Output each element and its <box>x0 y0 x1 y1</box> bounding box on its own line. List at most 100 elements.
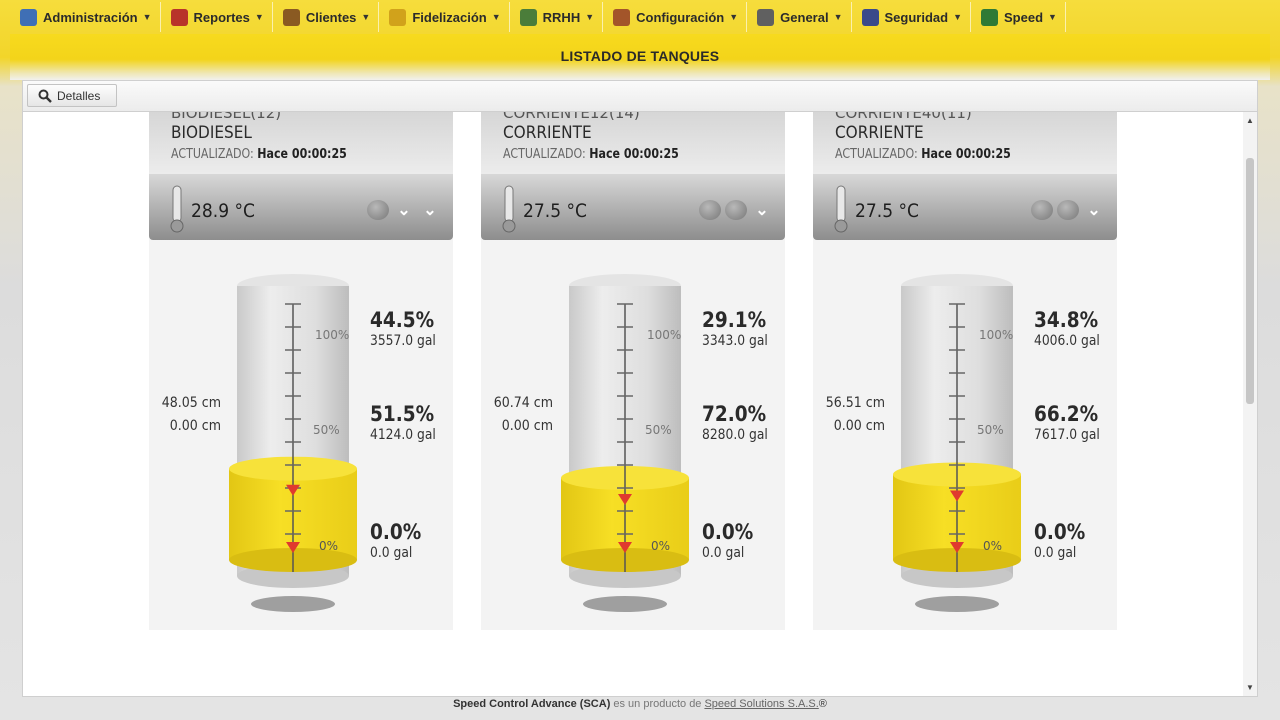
capacity-gallons: 7617.0 gal <box>1034 427 1100 443</box>
scale-50-label: 50% <box>645 423 672 437</box>
menu-item-label: Seguridad <box>884 9 949 25</box>
menu-item-label: Configuración <box>636 9 725 25</box>
thermometer-icon <box>170 185 184 233</box>
chevron-down-icon: ▼ <box>254 12 264 22</box>
fuel-level-cm: 60.74 cm <box>493 395 553 411</box>
main-menu: Administración ▼ Reportes ▼ Clientes ▼ Fideliz… <box>0 0 1280 34</box>
chevron-down-icon: ▼ <box>729 12 739 22</box>
tank-code: BIODIESEL(12) <box>171 112 282 122</box>
status-led-icon <box>1031 200 1053 220</box>
water-gallons: 0.0 gal <box>1034 545 1077 561</box>
menu-item-security[interactable]: Seguridad ▼ <box>852 2 972 32</box>
updated-value: Hace 00:00:25 <box>257 147 347 162</box>
volume-gallons: 3557.0 gal <box>370 333 436 349</box>
tank-code: CORRIENTE40(11) <box>835 112 972 122</box>
scale-100-label: 100% <box>979 328 1013 342</box>
tank-card: CORRIENTE40(11) CORRIENTE ACTUALIZADO: Hac… <box>813 112 1117 630</box>
volume-gallons: 4006.0 gal <box>1034 333 1100 349</box>
menu-item-admin[interactable]: Administración ▼ <box>10 2 161 32</box>
tank-body: 100% 50% 0% 48.05 cm 0.00 cm 44.5% 3557.0 gal 5… <box>149 240 453 630</box>
updated-label: ACTUALIZADO: <box>503 147 586 162</box>
vertical-scrollbar[interactable]: ▲ ▼ <box>1243 112 1257 696</box>
water-gallons: 0.0 gal <box>370 545 413 561</box>
chevron-down-icon: ▼ <box>585 12 595 22</box>
menu-item-general[interactable]: General ▼ <box>747 2 852 32</box>
status-led-icon <box>699 200 721 220</box>
page-banner: LISTADO DE TANQUES <box>10 34 1270 80</box>
menu-item-clients[interactable]: Clientes ▼ <box>273 2 380 32</box>
chevron-down-icon[interactable]: ⌄ <box>393 200 415 220</box>
chevron-down-icon: ▼ <box>361 12 371 22</box>
temperature-bar: 28.9 °C ⌄ ⌄ <box>149 174 453 240</box>
temperature-bar: 27.5 °C ⌄ <box>813 174 1117 240</box>
water-gallons: 0.0 gal <box>702 545 745 561</box>
tank-body: 100% 50% 0% 60.74 cm 0.00 cm 29.1% 3343.0 gal 7… <box>481 240 785 630</box>
level-readings: 60.74 cm 0.00 cm <box>488 392 553 438</box>
capacity-gallons: 8280.0 gal <box>702 427 768 443</box>
menu-item-loyalty[interactable]: Fidelización ▼ <box>379 2 510 32</box>
tank-name: BIODIESEL <box>171 123 252 143</box>
footer-product: Speed Control Advance (SCA) <box>453 698 611 710</box>
tanks-list: BIODIESEL(12) BIODIESEL ACTUALIZADO: Hace … <box>23 112 1243 696</box>
scroll-up-icon[interactable]: ▲ <box>1246 116 1254 125</box>
scroll-down-icon[interactable]: ▼ <box>1246 683 1254 692</box>
chevron-down-icon: ▼ <box>953 12 963 22</box>
footer-company-link[interactable]: Speed Solutions S.A.S. <box>704 698 818 710</box>
volume-percent: 44.5% <box>370 308 435 332</box>
details-button[interactable]: Detalles <box>27 84 117 107</box>
readout-bottom: 0.0% 0.0 gal <box>702 520 753 561</box>
readout-top: 34.8% 4006.0 gal <box>1034 308 1100 349</box>
thermometer-icon <box>502 185 516 233</box>
water-level-cm: 0.00 cm <box>501 418 553 434</box>
updated-label: ACTUALIZADO: <box>835 147 918 162</box>
chevron-down-icon[interactable]: ⌄ <box>1083 200 1105 220</box>
admin-icon <box>20 8 37 26</box>
menu-item-reports[interactable]: Reportes ▼ <box>161 2 273 32</box>
footer-middle: es un producto de <box>613 698 702 710</box>
scale-0-label: 0% <box>319 539 338 553</box>
water-percent: 0.0% <box>1034 520 1086 544</box>
status-led-icon <box>725 200 747 220</box>
menu-item-speed[interactable]: Speed ▼ <box>971 2 1066 32</box>
menu-item-label: Speed <box>1004 9 1044 25</box>
tanks-panel: Detalles BIODIESEL(12) BIODIESEL ACTUALIZA… <box>22 80 1258 697</box>
details-button-label: Detalles <box>57 88 101 103</box>
capacity-percent: 66.2% <box>1034 402 1099 426</box>
speed-icon <box>981 8 999 26</box>
water-level-cm: 0.00 cm <box>833 418 885 434</box>
readout-bottom: 0.0% 0.0 gal <box>1034 520 1085 561</box>
menu-item-label: Reportes <box>193 9 250 25</box>
updated-value: Hace 00:00:25 <box>589 147 679 162</box>
level-readings: 56.51 cm 0.00 cm <box>820 392 885 438</box>
tank-cylinder-graphic: 100% 50% 0% <box>229 274 357 612</box>
config-icon <box>613 8 631 26</box>
hr-icon <box>519 8 537 26</box>
security-icon <box>861 8 879 26</box>
scale-50-label: 50% <box>977 423 1004 437</box>
menu-item-hr[interactable]: RRHH ▼ <box>510 2 604 32</box>
tank-status-icons: ⌄ ⌄ <box>367 200 441 220</box>
tank-card: CORRIENTE12(14) CORRIENTE ACTUALIZADO: Hac… <box>481 112 785 630</box>
tank-name: CORRIENTE <box>503 123 592 143</box>
menu-item-label: General <box>780 9 829 25</box>
scale-0-label: 0% <box>651 539 670 553</box>
general-icon <box>757 8 775 26</box>
temperature-value: 27.5 °C <box>523 200 588 222</box>
scale-100-label: 100% <box>647 328 681 342</box>
chevron-down-icon[interactable]: ⌄ <box>751 200 773 220</box>
updated-status: ACTUALIZADO: Hace 00:00:25 <box>835 147 1011 162</box>
menu-item-label: RRHH <box>542 9 581 25</box>
menu-item-config[interactable]: Configuración ▼ <box>603 2 748 32</box>
readout-middle: 72.0% 8280.0 gal <box>702 402 768 443</box>
chevron-down-icon: ▼ <box>1048 12 1057 22</box>
tank-code: CORRIENTE12(14) <box>503 112 640 122</box>
readout-middle: 51.5% 4124.0 gal <box>370 402 436 443</box>
chevron-down-icon: ▼ <box>491 12 501 22</box>
fuel-level-cm: 48.05 cm <box>161 395 221 411</box>
chevron-down-icon: ▼ <box>833 12 843 22</box>
search-icon <box>38 89 52 103</box>
scroll-thumb[interactable] <box>1246 158 1254 404</box>
toolbar: Detalles <box>23 81 1257 112</box>
volume-gallons: 3343.0 gal <box>702 333 768 349</box>
chevron-down-icon[interactable]: ⌄ <box>419 200 441 220</box>
